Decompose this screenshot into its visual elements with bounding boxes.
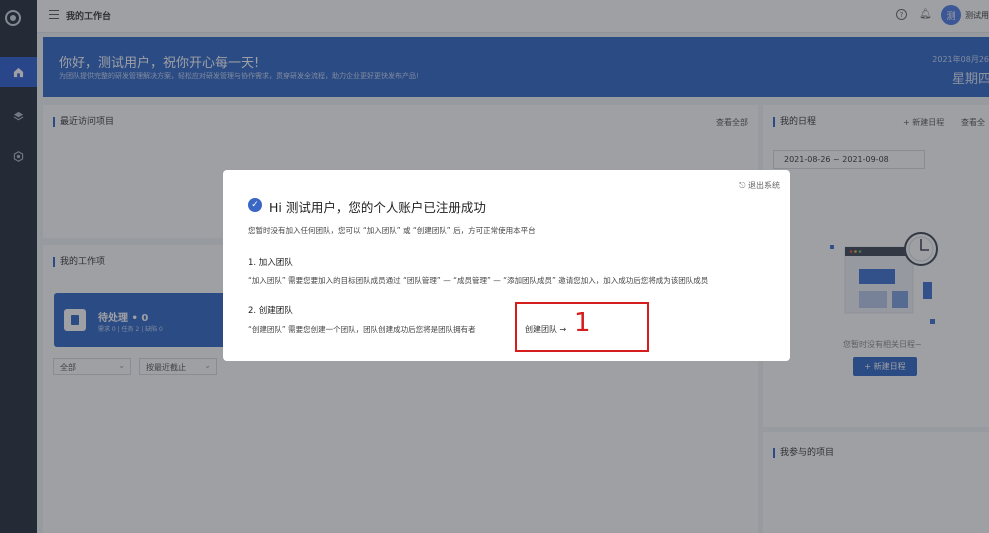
- registration-success-dialog: ⎋︎ 退出系统 ✓ Hi 测试用户，您的个人账户已注册成功 您暂时没有加入任何团…: [223, 170, 790, 361]
- annotation-number: 1: [574, 308, 591, 338]
- join-team-text: “加入团队” 需要您要加入的目标团队成员通过 “团队管理” — “成员管理” —…: [248, 276, 709, 285]
- logout-label: 退出系统: [748, 181, 780, 190]
- logout-icon: ⎋︎: [739, 181, 746, 190]
- dialog-title: Hi 测试用户，您的个人账户已注册成功: [269, 200, 486, 215]
- logout-button[interactable]: ⎋︎ 退出系统: [739, 180, 780, 191]
- check-circle-icon: ✓: [248, 198, 262, 212]
- create-team-text: “创建团队” 需要您创建一个团队，团队创建成功后您将是团队拥有者: [248, 325, 476, 334]
- join-team-heading: 1. 加入团队: [248, 258, 293, 268]
- dialog-description: 您暂时没有加入任何团队，您可以 “加入团队” 或 “创建团队” 后，方可正常使用…: [248, 226, 536, 235]
- create-team-heading: 2. 创建团队: [248, 306, 293, 316]
